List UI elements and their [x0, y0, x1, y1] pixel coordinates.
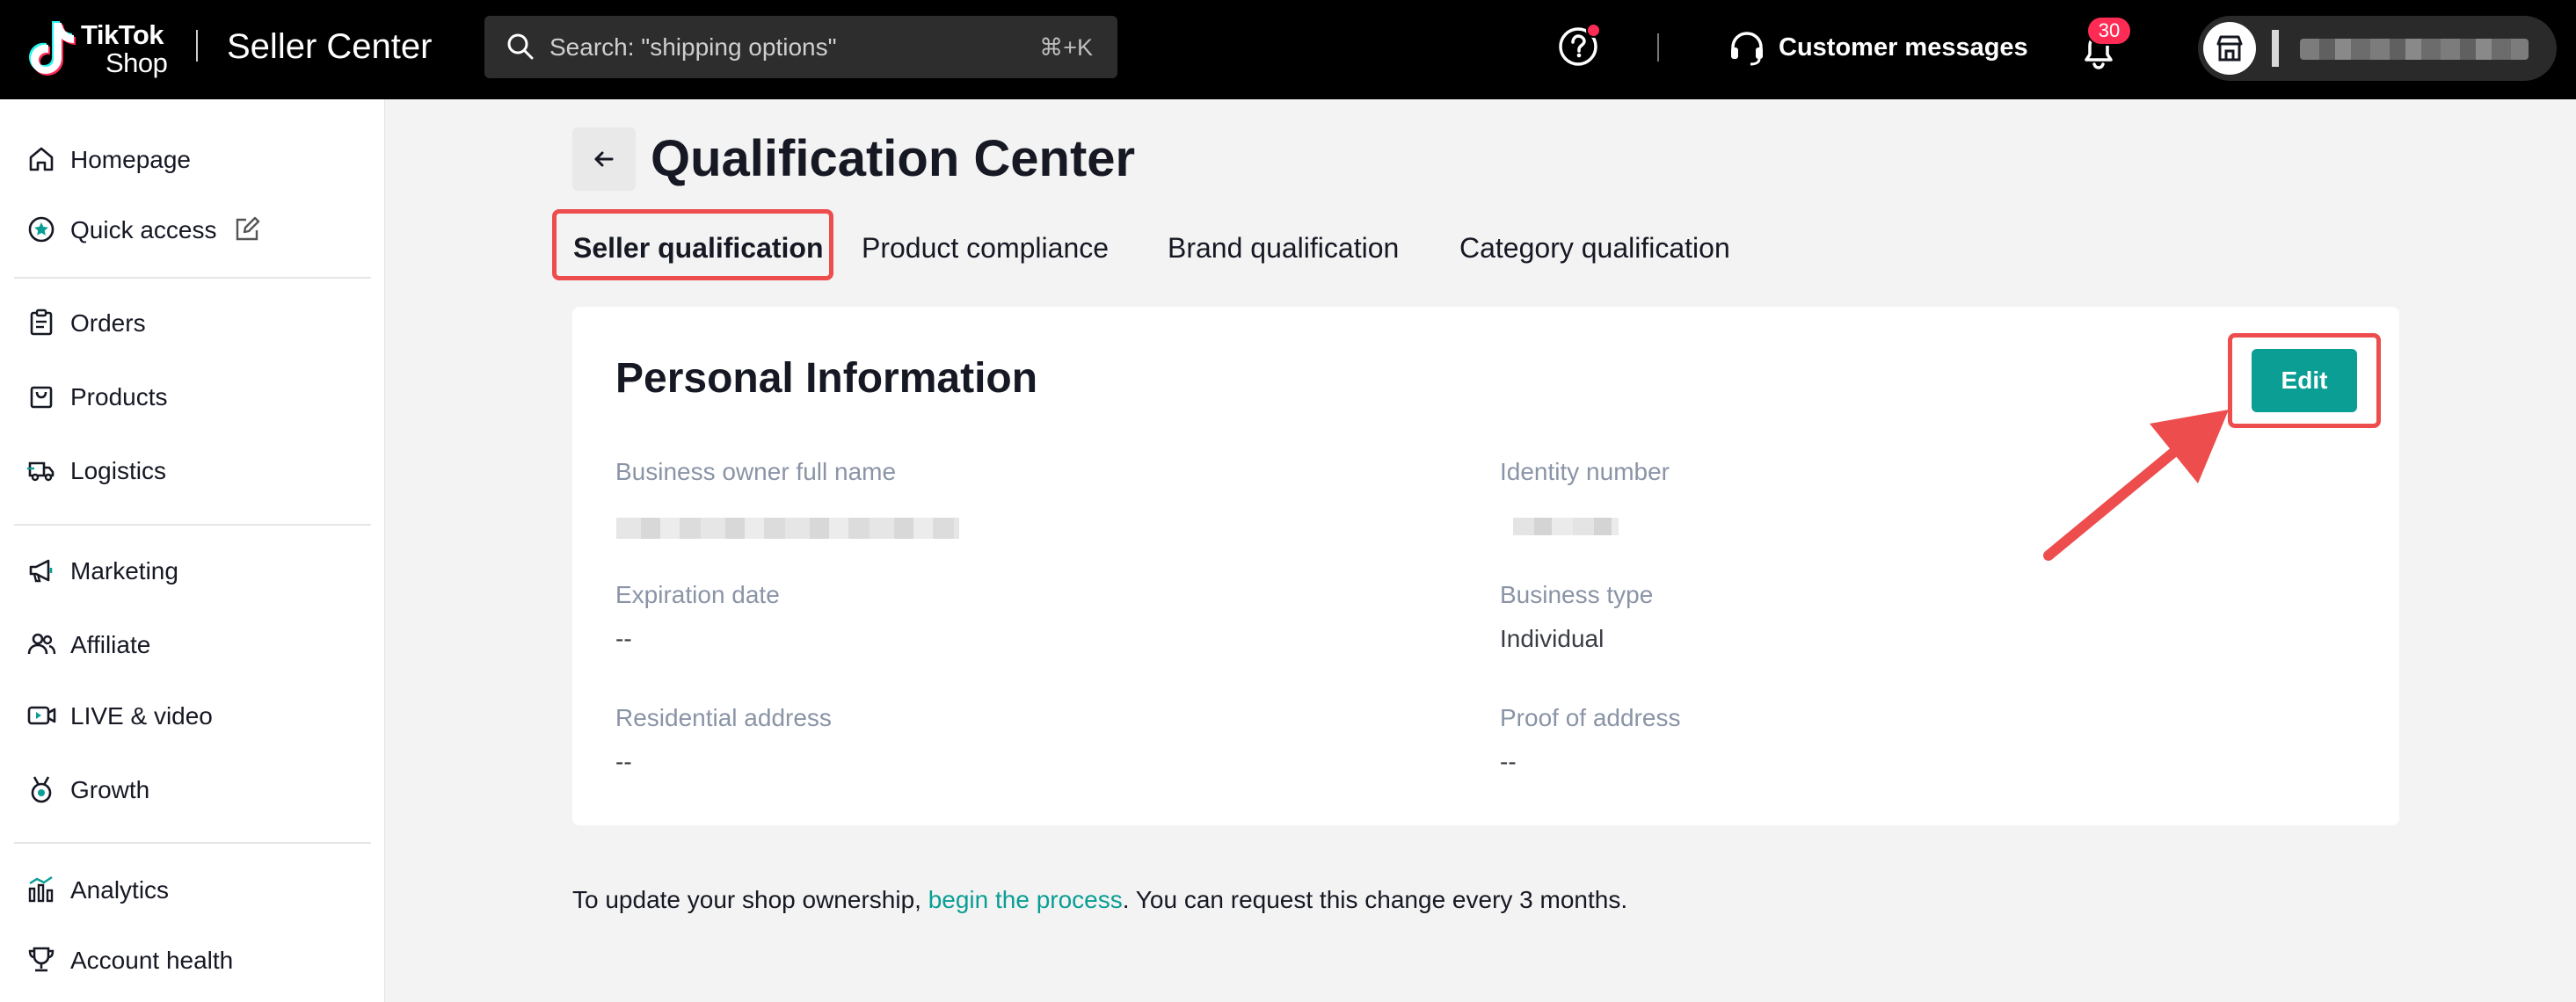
field-value: Individual [1500, 625, 1605, 652]
logo-wordmark: TikTok Shop [81, 19, 168, 78]
ownership-note: To update your shop ownership, begin the… [572, 884, 1627, 916]
page-title: Qualification Center [651, 130, 1136, 187]
top-bar: TikTok Shop Seller Center Search: "shipp… [0, 0, 2576, 99]
users-icon [27, 633, 56, 655]
edit-icon[interactable] [234, 216, 260, 243]
sidebar-item-label: Marketing [70, 557, 178, 584]
tiktok-shop-logo[interactable]: TikTok Shop [26, 18, 176, 81]
account-menu[interactable] [2198, 16, 2557, 81]
sidebar-divider [14, 524, 371, 526]
note-text-before: To update your shop ownership, [572, 886, 928, 913]
sidebar-item-label: Growth [70, 776, 150, 803]
account-name-marker [2272, 30, 2279, 67]
owner-name-redacted [616, 518, 959, 539]
header-separator [1657, 33, 1659, 62]
clipboard-icon [30, 309, 53, 336]
back-button[interactable] [572, 127, 636, 191]
bar-chart-icon [28, 876, 54, 903]
tab-category-qualification[interactable]: Category qualification [1459, 230, 1730, 265]
truck-icon [27, 461, 55, 482]
arrow-left-icon [594, 151, 614, 167]
headset-icon [1731, 32, 1763, 66]
medal-icon [31, 776, 52, 803]
field-label: Business type [1500, 581, 1654, 608]
sidebar-item-label: LIVE & video [70, 702, 213, 730]
sidebar-item-label: Account health [70, 947, 234, 974]
megaphone-icon [29, 559, 53, 583]
field-value: -- [1500, 748, 1517, 775]
edit-highlight-annotation [2228, 333, 2381, 428]
sidebar-item-label: Logistics [70, 457, 166, 484]
note-text-after: . You can request this change every 3 mo… [1122, 886, 1628, 913]
sidebar-item-label: Products [70, 383, 168, 410]
search-icon [507, 33, 534, 60]
video-icon [27, 706, 56, 725]
identity-number-redacted [1513, 518, 1619, 535]
logo-line-2: Shop [106, 47, 168, 78]
sidebar-item-label: Analytics [70, 876, 170, 904]
store-icon [2216, 35, 2243, 62]
sidebar-divider [14, 277, 371, 279]
red-arrow-annotation [2043, 410, 2229, 561]
customer-messages-label: Customer messages [1779, 33, 2028, 62]
star-circle-icon [28, 216, 55, 243]
app-name: Seller Center [227, 27, 433, 66]
tiktok-note-icon [29, 21, 76, 76]
search-shortcut: ⌘+K [1039, 34, 1093, 61]
bag-icon [30, 386, 53, 409]
sidebar-item-label: Orders [70, 309, 146, 337]
sidebar: Homepage Quick access Orders Products Lo… [0, 99, 385, 1002]
search-bar[interactable]: Search: "shipping options" ⌘+K [484, 16, 1117, 78]
search-placeholder: Search: "shipping options" [549, 33, 837, 61]
personal-information-card: Personal Information Edit Business owner… [572, 307, 2399, 825]
tab-highlight-annotation [552, 209, 833, 280]
field-label: Identity number [1500, 458, 1670, 485]
notification-count-badge: 30 [2086, 16, 2132, 46]
sidebar-item-label: Quick access [70, 216, 217, 243]
field-label: Residential address [615, 704, 832, 731]
tab-brand-qualification[interactable]: Brand qualification [1168, 230, 1399, 265]
help-notification-dot [1586, 23, 1601, 38]
trophy-icon [28, 947, 55, 972]
field-label: Proof of address [1500, 704, 1681, 731]
field-value: -- [615, 748, 632, 775]
sidebar-divider [14, 842, 371, 844]
begin-process-link[interactable]: begin the process [928, 886, 1123, 913]
field-label: Expiration date [615, 581, 780, 608]
logo-divider [196, 30, 198, 62]
shop-avatar [2203, 22, 2256, 75]
field-label: Business owner full name [615, 458, 897, 485]
home-icon [29, 147, 54, 171]
card-title: Personal Information [615, 355, 1038, 402]
field-value: -- [615, 625, 632, 652]
account-name-redacted [2300, 39, 2529, 60]
sidebar-item-label: Affiliate [70, 631, 151, 658]
tab-product-compliance[interactable]: Product compliance [862, 230, 1109, 265]
logo-line-1: TikTok [81, 19, 164, 50]
sidebar-item-label: Homepage [70, 146, 191, 173]
